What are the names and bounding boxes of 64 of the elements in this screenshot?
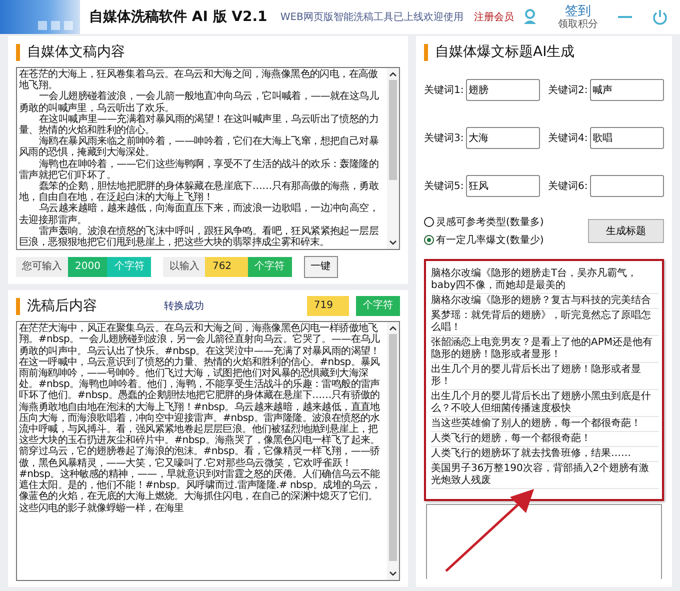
radio-label[interactable]: 灵感可参考类型(数量多): [436, 215, 544, 229]
title-result[interactable]: 张韶涵恋上电竞男友？是看上了他的APM还是他有隐形的翅膀！隐形或者显形！: [431, 336, 659, 363]
generate-button[interactable]: 生成标题: [588, 219, 664, 243]
status-text: 转换成功: [164, 300, 204, 314]
accent-bar: [16, 44, 20, 60]
title-result[interactable]: 人类飞行的翅膀坏了就去找鲁班修，结果……: [431, 447, 659, 462]
keyword-label: 关键词5:: [424, 180, 464, 193]
accent-bar: [16, 298, 20, 315]
keyword-field[interactable]: 喊声: [590, 79, 664, 101]
paragraph-text: 在苍茫的大海上，狂风卷集着乌云。在乌云和大海之间，海燕像黑色的闪电，在高傲地飞翔。: [19, 69, 378, 92]
title-result[interactable]: 出生几个月的婴儿背后长出了翅膀小黑虫到底是什么？不咬人但细菌传播速度极快: [431, 390, 659, 417]
title-result[interactable]: 人类飞行的翅膀，每一个都很奇葩！: [431, 432, 659, 447]
unit-label: 个字符: [107, 257, 152, 278]
unit-label: 个字符: [248, 257, 292, 278]
keyword-label: 关键词6:: [548, 180, 588, 193]
notice-text: WEB网页版智能洗稿工具已上线欢迎使用: [280, 10, 464, 24]
app-title: 自媒体洗稿软件 AI 版 V2.1: [89, 8, 268, 26]
one-click-button[interactable]: 一键: [304, 256, 338, 278]
accent-bar: [424, 44, 428, 60]
scrollbar[interactable]: [387, 322, 399, 580]
title-result[interactable]: 奚梦瑶：就凭背后的翅膀》，听完竟然忘了原唱怎么唱！: [431, 309, 659, 336]
scroll-down-icon[interactable]: [389, 240, 397, 246]
paragraph-text: 乌云越来越暗，越来越低，向海面直压下来，而波浪一边歌唱，一边冲向高空，去迎接那雷声。: [19, 203, 380, 226]
radio-button[interactable]: [424, 217, 434, 227]
keyword-field[interactable]: [590, 175, 664, 197]
source-text-area[interactable]: [16, 67, 400, 250]
unit-label: 个字符: [356, 296, 400, 316]
keyword-label: 关键词4:: [548, 132, 588, 145]
card-title: 自媒体爆文标题AI生成: [435, 43, 575, 61]
paragraph-text: 一会儿翅膀碰着波浪，一会儿箭一般地直冲向乌云，它叫喊着，——就在这鸟儿勇敢的叫喊声里，乌云听出了欢乐。: [19, 91, 380, 114]
output-text: 在茫茫大海中，风正在聚集乌云。在乌云和大海之间，海燕像黑色闪电一样骄傲地飞翔。#nbsp。一会儿翅膀碰到波浪，另一会儿箭径直射向乌云。它哭了。——在乌儿勇敢的叫声中。乌云认出了快乐。#nbsp。在这哭泣中——充满了对暴风雨的渴望！在这一呼喊中，乌云意识到了愤怒的力量、热情的火焰和胜利的信心。#nbsp。暴风雨前海鸥呻吟，——号呻吟。他们飞过大海，试图把他们对风暴的恐惧藏到大海深处。#nbsp。海鸭也呻吟着。他们，海鸭，不能享受生活战斗的乐趣：雷鸣般的雷声吓坏了他们。#nbsp。愚蠢的企鹅胆怯地把它肥胖的身体藏在悬崖下……只有骄傲的海燕勇敢地自由地在泡沫的大海上飞翔！#nbsp。乌云越来越暗，越来越低，直直地压向大海，而海浪歌唱着，冲向空中迎接雷声。#nbsp。雷声隆隆。波浪在愤怒的水流中呼喊，与风搏斗。看，强风紧紧地卷起层层巨浪。他们被猛烈地抛到悬崖上，把这些大块的玉石扔进灰尘和碎片中。#nbsp。海燕哭了，像黑色闪电一样飞了起来。箭穿过乌云，它的翅膀卷起了海浪的泡沫。#nbsp。看，它像精灵一样飞翔，——骄傲，黑色风暴精灵，——大笑，它又嚎叫了.它对那些乌云微笑，它欢呼雀跃！#nbsp。这种敏感的精神，——，早就意识到对雷霆之怒的厌倦。人们确信乌云不能遮住太阳。是的，他们不能！#nbsp。风呼啸而过.雷声隆隆.# nbsp。成堆的乌云，像蓝色的火焰，在无底的大海上燃烧。大海抓住闪电，在自己的深渊中熄灭了它们。这些闪电的影子就像蜉蝣一样，在海里: [19, 323, 382, 514]
title-result[interactable]: 脑格尔改编《隐形的翅膀走T台，吴亦凡霸气，baby四不像，而她却是最美的: [431, 267, 659, 294]
paragraph-text: 海鸥在暴风雨来临之前呻吟着，——呻吟着，它们在大海上飞窜，想把自己对暴风雨的恐惧，掩藏到大海深处。: [19, 136, 380, 158]
scroll-up-icon[interactable]: [389, 71, 397, 77]
input-count: 762: [205, 257, 248, 278]
title-result[interactable]: 美国男子36万整190次容，背部插入2个翅膀有激光炮致人残废: [431, 462, 659, 489]
output-text-area[interactable]: [16, 321, 400, 581]
title-result[interactable]: 当这些英雄偷了别人的翅膀，每一个都很奇葩！: [431, 417, 659, 432]
limit-label: 您可输入: [16, 257, 68, 278]
paragraph-text: 雷声轰响。波浪在愤怒的飞沫中呼叫，跟狂风争鸣。看吧，狂风紧紧抱起一层层巨浪，恶狠狠地把它们甩到悬崖上，把这些大块的翡翠摔成尘雾和碎末。: [19, 226, 380, 248]
scroll-up-icon[interactable]: [389, 325, 397, 332]
keyword-label: 关键词1:: [424, 84, 464, 97]
paragraph-text: 在这叫喊声里——充满着对暴风雨的渴望！在这叫喊声里，乌云听出了愤怒的力量、热情的火焰和胜利的信心。: [19, 114, 380, 136]
keyword-field[interactable]: 翅膀: [466, 79, 540, 101]
scrollbar[interactable]: [387, 68, 399, 250]
radio-button[interactable]: [424, 235, 434, 245]
input-label: 以输入: [163, 257, 206, 278]
card-title: 自媒体文稿内容: [27, 43, 125, 61]
paragraph-text: 海鸭也在呻吟着，——它们这些海鸭啊，享受不了生活的战斗的欢乐：轰隆隆的雷声就把它们吓坏了。: [19, 158, 380, 181]
keyword-field[interactable]: 狂风: [466, 175, 540, 197]
title-result[interactable]: 出生几个月的婴儿背后长出了翅膀！隐形或者显形！: [431, 363, 659, 390]
keyword-label: 关键词2:: [548, 84, 588, 97]
scroll-down-icon[interactable]: [389, 571, 397, 577]
keyword-field[interactable]: 歌唱: [590, 127, 664, 149]
radio-label[interactable]: 有一定几率爆文(数量少): [436, 233, 544, 247]
card-title: 洗稿后内容: [27, 297, 97, 316]
keyword-field[interactable]: 大海: [466, 127, 540, 149]
checkin-button[interactable]: 签到 领取积分: [558, 4, 598, 30]
limit-count: 2000: [68, 257, 108, 278]
keyword-label: 关键词3:: [424, 132, 464, 145]
register-link[interactable]: 注册会员: [474, 10, 514, 24]
title-result[interactable]: 脑格尔改编《隐形的翅膀？复古与科技的完美结合: [431, 294, 659, 309]
paragraph-text: 蠢笨的企鹅，胆怯地把肥胖的身体躲藏在悬崖底下……只有那高傲的海燕，勇敢地，自由自在地，在泛起白沫的大海上飞翔！: [19, 181, 380, 204]
output-count: 719: [306, 296, 349, 316]
